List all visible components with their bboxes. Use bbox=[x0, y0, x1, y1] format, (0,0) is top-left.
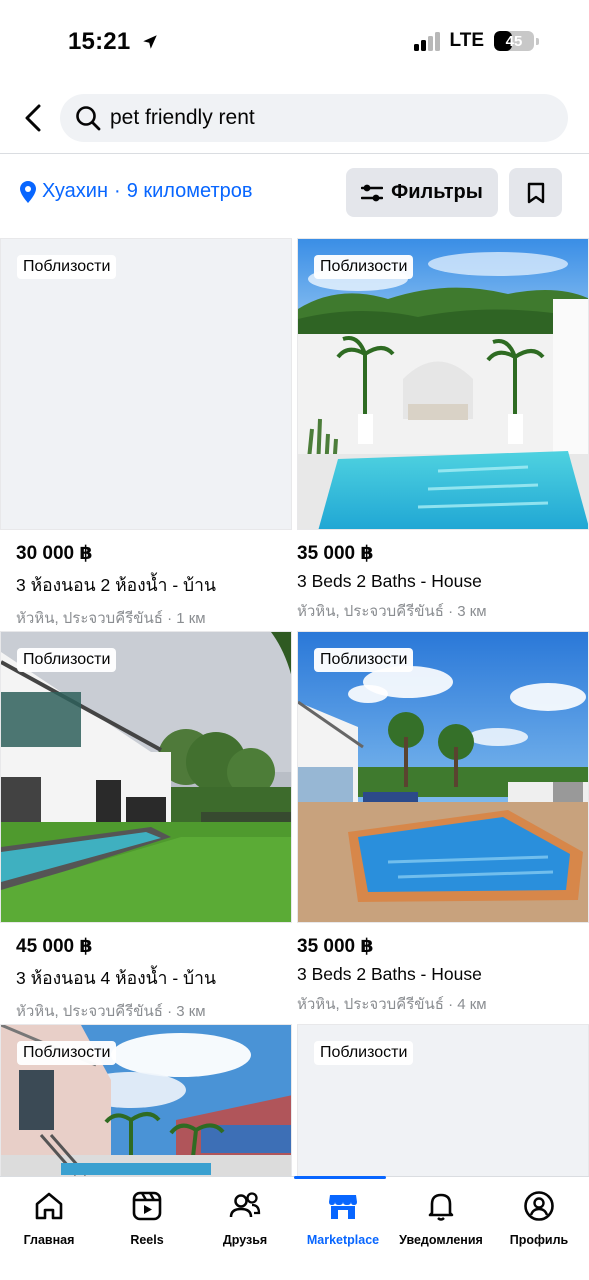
nav-profile[interactable]: Профиль bbox=[490, 1177, 588, 1280]
listing-location: หัวหิน, ประจวบคีรีขันธ์ · 1 км bbox=[16, 610, 206, 627]
listing-card[interactable]: Поблизости 35 000 ฿ 3 Beds 2 Baths - Hou… bbox=[297, 238, 589, 623]
search-input[interactable] bbox=[110, 106, 530, 130]
photo-white-courtyard-pool bbox=[298, 239, 588, 529]
photo-villa-blue-pool bbox=[298, 632, 588, 922]
listing-photo[interactable]: Поблизости bbox=[297, 631, 589, 923]
profile-icon bbox=[522, 1189, 556, 1223]
network-type: LTE bbox=[449, 30, 484, 51]
status-time: 15:21 bbox=[68, 28, 131, 55]
bookmark-icon bbox=[527, 182, 544, 203]
search-bar[interactable] bbox=[60, 94, 568, 142]
battery-percent: 45 bbox=[505, 32, 523, 50]
home-icon bbox=[32, 1189, 66, 1223]
sliders-icon bbox=[361, 184, 384, 201]
nav-friends[interactable]: Друзья bbox=[196, 1177, 294, 1280]
listing-title: 3 ห้องนอน 2 ห้องน้ำ - บ้าน bbox=[16, 575, 216, 595]
nearby-badge: Поблизости bbox=[17, 1041, 117, 1065]
listing-card[interactable]: Поблизости bbox=[0, 1024, 292, 1176]
listing-price: 45 000 ฿ bbox=[16, 936, 93, 957]
nav-label: Главная bbox=[23, 1233, 75, 1247]
chevron-left-icon bbox=[25, 104, 41, 132]
filter-row: Хуахин · 9 километров Фильтры bbox=[0, 168, 589, 218]
search-icon bbox=[74, 104, 102, 132]
saved-button[interactable] bbox=[509, 168, 562, 217]
back-button[interactable] bbox=[18, 102, 48, 134]
nav-label: Друзья bbox=[222, 1233, 268, 1247]
listing-price: 35 000 ฿ bbox=[297, 936, 374, 957]
location-pin-icon bbox=[20, 180, 36, 203]
listing-location: หัวหิน, ประจวบคีรีขันธ์ · 4 км bbox=[297, 996, 487, 1013]
photo-modern-house-lawn-pool bbox=[1, 632, 291, 922]
reels-icon bbox=[130, 1189, 164, 1223]
nearby-badge: Поблизости bbox=[314, 1041, 414, 1065]
friends-icon bbox=[228, 1189, 262, 1223]
listing-photo[interactable]: Поблизости bbox=[0, 1024, 292, 1176]
location-radius: 9 километров bbox=[126, 180, 253, 202]
bell-icon bbox=[424, 1189, 458, 1223]
nav-label: Reels bbox=[130, 1233, 164, 1247]
battery-icon: 45 bbox=[494, 31, 534, 51]
listing-card[interactable]: Поблизости bbox=[297, 1024, 589, 1176]
nearby-badge: Поблизости bbox=[17, 648, 117, 672]
listing-card[interactable]: Поблизости 30 000 ฿ 3 ห้องนอน 2 ห้องน้ำ … bbox=[0, 238, 292, 630]
location-separator: · bbox=[114, 180, 121, 202]
battery-tip bbox=[536, 37, 539, 45]
listing-photo[interactable]: Поблизости bbox=[0, 238, 292, 530]
listings-grid: Поблизости 30 000 ฿ 3 ห้องนอน 2 ห้องน้ำ … bbox=[0, 238, 589, 1176]
listing-title: 3 Beds 2 Baths - House bbox=[297, 571, 482, 591]
marketplace-icon bbox=[326, 1189, 360, 1223]
nav-marketplace[interactable]: Marketplace bbox=[294, 1176, 392, 1280]
nav-reels[interactable]: Reels bbox=[98, 1177, 196, 1280]
bottom-navigation: Главная Reels Друзья Marketplace Уведомл… bbox=[0, 1176, 589, 1280]
status-bar: 15:21 LTE 45 bbox=[0, 0, 589, 88]
nav-label: Уведомления bbox=[399, 1233, 483, 1247]
header-divider bbox=[0, 153, 589, 154]
location-selector[interactable]: Хуахин · 9 километров bbox=[20, 180, 253, 203]
filters-label: Фильтры bbox=[391, 181, 483, 203]
location-arrow-icon bbox=[143, 35, 158, 49]
nav-home[interactable]: Главная bbox=[0, 1177, 98, 1280]
listing-card[interactable]: Поблизости 45 000 ฿ 3 ห้องนอน 4 ห้องน้ำ … bbox=[0, 631, 292, 1023]
nav-label: Marketplace bbox=[306, 1233, 380, 1247]
nav-label: Профиль bbox=[509, 1233, 569, 1247]
listing-card[interactable]: Поблизости 35 000 ฿ 3 Beds 2 Baths - Hou… bbox=[297, 631, 589, 1016]
location-name: Хуахин bbox=[42, 180, 109, 202]
listing-title: 3 ห้องนอน 4 ห้องน้ำ - บ้าน bbox=[16, 968, 216, 988]
nearby-badge: Поблизости bbox=[17, 255, 117, 279]
listing-location: หัวหิน, ประจวบคีรีขันธ์ · 3 км bbox=[297, 603, 487, 620]
filters-button[interactable]: Фильтры bbox=[346, 168, 498, 217]
listing-photo[interactable]: Поблизости bbox=[297, 238, 589, 530]
listing-title: 3 Beds 2 Baths - House bbox=[297, 964, 482, 984]
search-header bbox=[0, 94, 589, 142]
nearby-badge: Поблизости bbox=[314, 648, 414, 672]
listing-photo[interactable]: Поблизости bbox=[297, 1024, 589, 1176]
listing-price: 30 000 ฿ bbox=[16, 543, 93, 564]
listing-price: 35 000 ฿ bbox=[297, 543, 374, 564]
nearby-badge: Поблизости bbox=[314, 255, 414, 279]
listing-photo[interactable]: Поблизости bbox=[0, 631, 292, 923]
cellular-signal-icon bbox=[413, 31, 440, 51]
nav-notifications[interactable]: Уведомления bbox=[392, 1177, 490, 1280]
active-tab-indicator bbox=[294, 1176, 386, 1179]
listing-location: หัวหิน, ประจวบคีรีขันธ์ · 3 км bbox=[16, 1003, 206, 1020]
